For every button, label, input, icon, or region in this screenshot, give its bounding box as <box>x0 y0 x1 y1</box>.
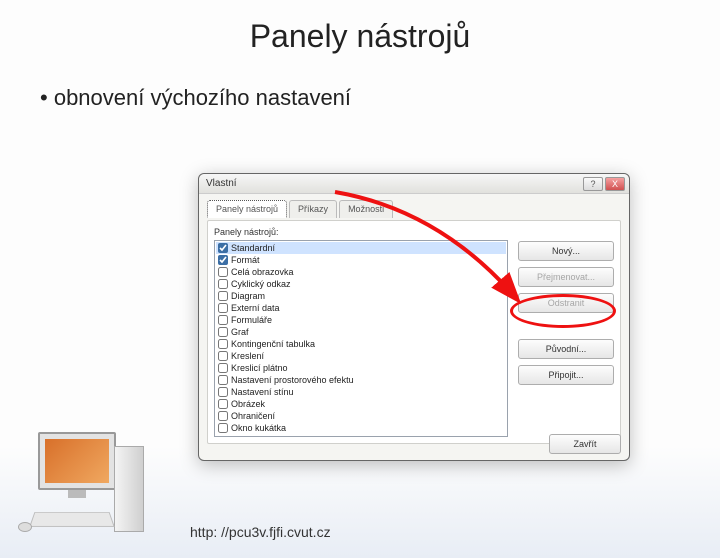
tab-commands[interactable]: Příkazy <box>289 200 337 218</box>
list-item[interactable]: Diagram <box>216 290 506 302</box>
keyboard-icon <box>29 512 115 527</box>
list-item-label: Formát <box>231 254 260 266</box>
list-item-label: Kontingenční tabulka <box>231 338 315 350</box>
tab-strip: Panely nástrojů Příkazy Možnosti <box>199 194 629 218</box>
checkbox[interactable] <box>218 291 228 301</box>
list-item-label: Externí data <box>231 302 280 314</box>
list-item[interactable]: Kreslení <box>216 350 506 362</box>
monitor-stand <box>68 490 86 498</box>
list-item-label: Nastavení stínu <box>231 386 294 398</box>
list-item[interactable]: Kreslicí plátno <box>216 362 506 374</box>
list-item-label: Obrázek <box>231 398 265 410</box>
checkbox[interactable] <box>218 375 228 385</box>
list-item[interactable]: Externí data <box>216 302 506 314</box>
checkbox[interactable] <box>218 363 228 373</box>
checkbox[interactable] <box>218 303 228 313</box>
list-item-label: Nastavení prostorového efektu <box>231 374 354 386</box>
list-item[interactable]: Okno kukátka <box>216 422 506 434</box>
list-item[interactable]: Obrázek <box>216 398 506 410</box>
panel-area: Panely nástrojů: Standardní Formát Celá … <box>207 220 621 444</box>
checkbox[interactable] <box>218 387 228 397</box>
checkbox[interactable] <box>218 243 228 253</box>
checkbox[interactable] <box>218 351 228 361</box>
tab-toolbars[interactable]: Panely nástrojů <box>207 200 287 218</box>
list-item[interactable]: Formuláře <box>216 314 506 326</box>
list-item[interactable]: Nastavení stínu <box>216 386 506 398</box>
checkbox[interactable] <box>218 315 228 325</box>
list-item[interactable]: Ohraničení <box>216 410 506 422</box>
toolbar-listbox[interactable]: Standardní Formát Celá obrazovka Cyklick… <box>214 240 508 437</box>
dialog-title: Vlastní <box>203 178 583 189</box>
list-item[interactable]: Graf <box>216 326 506 338</box>
new-button[interactable]: Nový... <box>518 241 614 261</box>
rename-button[interactable]: Přejmenovat... <box>518 267 614 287</box>
list-item-label: Kreslení <box>231 350 264 362</box>
checkbox[interactable] <box>218 411 228 421</box>
list-item-label: Formuláře <box>231 314 272 326</box>
tab-options[interactable]: Možnosti <box>339 200 393 218</box>
list-item-label: Okno kukátka <box>231 422 286 434</box>
checkbox[interactable] <box>218 267 228 277</box>
slide-title: Panely nástrojů <box>0 18 720 55</box>
tower-icon <box>114 446 144 532</box>
help-icon[interactable]: ? <box>583 177 603 191</box>
list-item[interactable]: Standardní <box>216 242 506 254</box>
checkbox[interactable] <box>218 423 228 433</box>
attach-button[interactable]: Připojit... <box>518 365 614 385</box>
checkbox[interactable] <box>218 255 228 265</box>
list-item-label: Diagram <box>231 290 265 302</box>
list-item-label: Ohraničení <box>231 410 275 422</box>
computer-illustration <box>14 432 154 544</box>
checkbox[interactable] <box>218 339 228 349</box>
monitor-icon <box>38 432 116 490</box>
list-item[interactable]: Formát <box>216 254 506 266</box>
list-item[interactable]: Kontingenční tabulka <box>216 338 506 350</box>
list-item-label: Kreslicí plátno <box>231 362 288 374</box>
mouse-icon <box>18 522 32 532</box>
list-item-label: Standardní <box>231 242 275 254</box>
list-label: Panely nástrojů: <box>214 227 508 237</box>
footer-url: http: //pcu3v.fjfi.cvut.cz <box>190 524 331 540</box>
list-item-label: Cyklický odkaz <box>231 278 291 290</box>
close-icon[interactable]: X <box>605 177 625 191</box>
list-item[interactable]: Cyklický odkaz <box>216 278 506 290</box>
checkbox[interactable] <box>218 279 228 289</box>
list-item-label: Graf <box>231 326 249 338</box>
list-item-label: Celá obrazovka <box>231 266 294 278</box>
bullet-text: obnovení výchozího nastavení <box>40 85 720 111</box>
customize-dialog: Vlastní ? X Panely nástrojů Příkazy Možn… <box>198 173 630 461</box>
titlebar: Vlastní ? X <box>199 174 629 194</box>
delete-button[interactable]: Odstranit <box>518 293 614 313</box>
reset-button[interactable]: Původní... <box>518 339 614 359</box>
list-item[interactable]: Celá obrazovka <box>216 266 506 278</box>
checkbox[interactable] <box>218 399 228 409</box>
list-item[interactable]: Nastavení prostorového efektu <box>216 374 506 386</box>
checkbox[interactable] <box>218 327 228 337</box>
close-button[interactable]: Zavřít <box>549 434 621 454</box>
